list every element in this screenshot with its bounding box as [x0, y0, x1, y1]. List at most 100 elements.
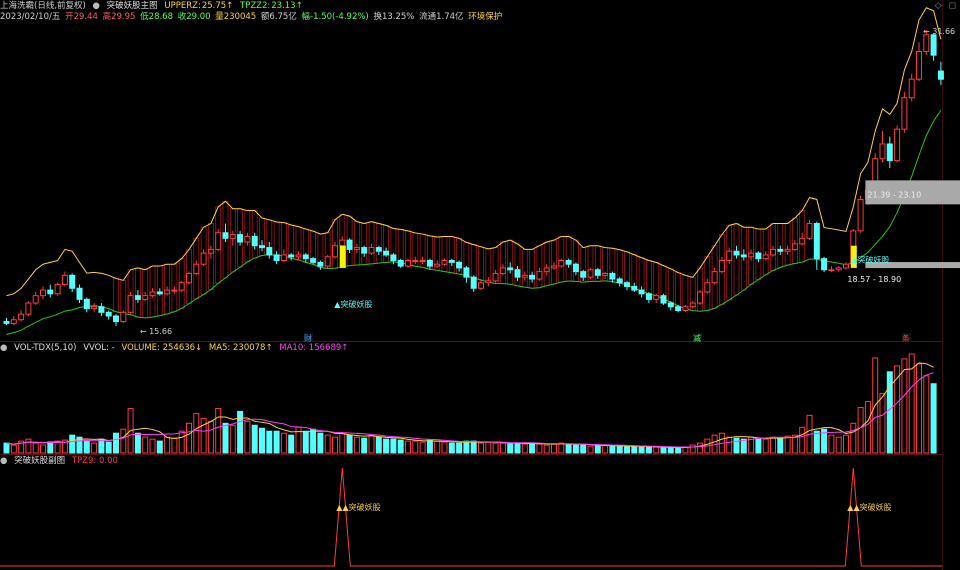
volume-bar: [383, 438, 390, 454]
candle-body: [828, 269, 835, 272]
volume-bar: [105, 441, 112, 454]
volume-bar: [91, 442, 98, 454]
volume-bar: [229, 424, 236, 454]
candle-body: [748, 252, 755, 258]
volume-bar: [733, 437, 740, 454]
volume-bar: [171, 437, 178, 454]
candle-body: [645, 293, 652, 300]
signal-label-right: ▲突破妖股: [851, 254, 889, 264]
stock-title[interactable]: 上海洗霸(日线,前复权): [0, 1, 86, 11]
candle-body: [332, 245, 338, 258]
settings-dot-icon[interactable]: ●: [0, 456, 7, 466]
candle-body: [434, 263, 441, 267]
candle-body: [368, 247, 375, 254]
event-marker: 减: [693, 333, 701, 343]
quote-open: 开29.44: [65, 12, 98, 22]
band-bar: [375, 223, 382, 264]
sub-signal-label: ▲▲突破妖股: [847, 502, 891, 512]
volume-bar: [302, 430, 309, 454]
candle-body: [149, 291, 156, 297]
band-bar: [646, 260, 652, 295]
volume-bar: [521, 443, 528, 454]
candle-body: [193, 263, 200, 274]
candle-body: [536, 271, 543, 280]
volume-bar: [266, 430, 273, 454]
sector-tag[interactable]: 环境保护: [468, 12, 502, 22]
candle-body: [886, 143, 893, 162]
settings-dot-icon[interactable]: ●: [93, 1, 100, 11]
band-bar: [507, 239, 514, 285]
candle-body: [390, 254, 397, 262]
volume-bar: [317, 432, 324, 454]
band-bar: [448, 236, 455, 274]
volume-bar: [3, 442, 10, 454]
volume-bar: [499, 442, 506, 454]
candle-body: [397, 260, 404, 267]
candle-body: [215, 232, 222, 250]
band-bar: [784, 223, 791, 266]
corner-icons[interactable]: ◇ ◻: [935, 1, 958, 11]
candle-body: [200, 252, 207, 265]
chart-canvas[interactable]: ← 31.66 ← 15.66 21.39 - 23.10 18.57 - 18.90…: [0, 0, 960, 570]
candle-body: [770, 248, 776, 256]
candle-body: [762, 254, 769, 260]
volume-bar: [697, 442, 703, 454]
candle-body: [923, 34, 930, 52]
candle-body: [237, 234, 244, 243]
volume-bar: [543, 444, 550, 454]
candle-body: [412, 260, 419, 263]
candle-body: [653, 295, 660, 300]
volume-bar: [901, 358, 908, 454]
band-bar: [536, 245, 543, 289]
tpz-value: TPZ9: 0.00: [71, 456, 118, 466]
candle-body: [499, 267, 506, 274]
candle-body: [32, 295, 39, 304]
tpzz-value: 23.13↑: [271, 1, 303, 11]
upperz-label: UPPERZ:: [164, 1, 201, 11]
candle-body: [310, 258, 317, 263]
band-bar: [361, 223, 368, 265]
volume-bar: [864, 401, 871, 454]
indicator-name[interactable]: 突破妖股主图: [107, 1, 158, 11]
volume-bar: [492, 442, 499, 454]
sub-title[interactable]: 突破妖股副图: [14, 456, 65, 466]
candle-body: [580, 271, 587, 278]
vol-title[interactable]: VOL-TDX(5,10): [14, 343, 76, 353]
volume-bar: [529, 442, 536, 454]
candle-body: [273, 254, 280, 262]
candle-body: [186, 272, 192, 284]
candle-body: [529, 274, 536, 280]
volume-bar: [689, 444, 696, 454]
candle-body: [908, 78, 915, 99]
lower-band-line: [6, 109, 942, 335]
volume-bar: [134, 432, 141, 454]
band-bar: [273, 221, 280, 256]
volume-bar: [186, 422, 192, 454]
candle-body: [324, 256, 331, 267]
candle-body: [711, 271, 718, 284]
volume-bar: [83, 440, 90, 454]
candle-body: [156, 291, 163, 295]
candle-body: [733, 250, 740, 256]
volume-bar: [353, 436, 360, 454]
candle-body: [689, 302, 696, 308]
volume-bar: [178, 430, 185, 454]
volume-bar: [156, 440, 163, 454]
candle-body: [485, 280, 492, 284]
candle-body: [302, 254, 309, 260]
volume-bar: [113, 432, 119, 454]
volume-bar: [215, 407, 222, 454]
candle-body: [361, 247, 368, 254]
candle-body: [638, 289, 645, 295]
ma10-value: MA10: 156689↑: [279, 343, 349, 353]
volume-bar: [602, 444, 609, 454]
volume-bar: [390, 438, 397, 454]
band-bar: [521, 249, 528, 288]
candle-body: [47, 289, 54, 295]
volume-bar: [507, 443, 514, 454]
candle-body: [295, 254, 302, 258]
settings-dot-icon[interactable]: ●: [0, 343, 7, 353]
candle-body: [259, 245, 265, 249]
band-bar: [353, 221, 360, 266]
candle-body: [61, 274, 68, 286]
